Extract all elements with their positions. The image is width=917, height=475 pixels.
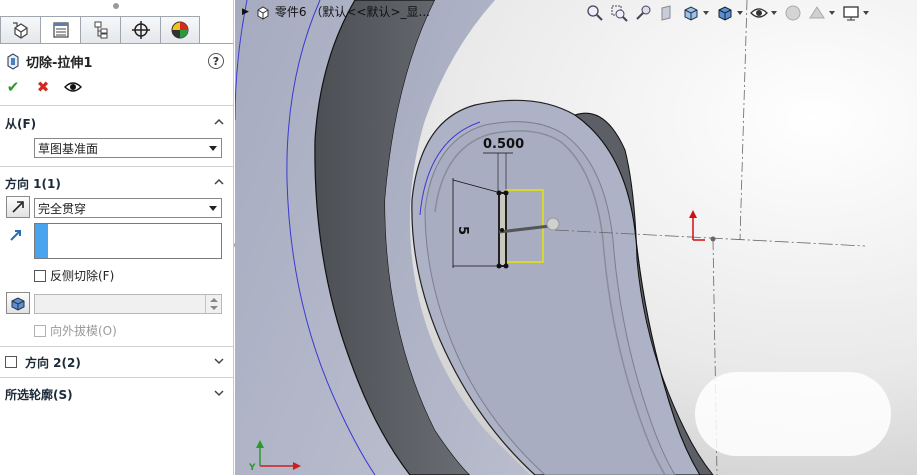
view-settings-icon[interactable] [840, 3, 862, 23]
watermark-overlay [695, 372, 891, 456]
chevron-down-icon[interactable] [863, 11, 869, 15]
direction2-checkbox[interactable] [5, 356, 17, 368]
flip-side-to-cut-row[interactable]: 反侧切除(F) [34, 267, 114, 284]
flip-side-to-cut-label: 反侧切除(F) [50, 269, 115, 283]
section-divider [0, 166, 233, 167]
sketch-point [496, 263, 502, 269]
tab-dimxpert-manager[interactable] [120, 16, 160, 44]
dimension-width-label[interactable]: 0.500 [483, 137, 524, 152]
graphics-area[interactable]: Y [235, 0, 917, 475]
from-section: 从(F) [0, 113, 233, 133]
feature-title: 切除-拉伸1 [26, 55, 93, 71]
reverse-direction-icon [12, 201, 24, 213]
spinner-up-icon[interactable] [210, 298, 218, 302]
sketch-point [500, 228, 504, 232]
flip-side-to-cut-checkbox[interactable] [34, 269, 46, 282]
section-divider [0, 377, 233, 378]
direction1-header[interactable]: 方向 1(1) [0, 173, 233, 193]
zoom-to-area-icon[interactable] [608, 3, 630, 23]
chevron-down-icon [209, 146, 217, 151]
direction1-header-label: 方向 1(1) [5, 176, 61, 191]
view-orientation-icon[interactable] [680, 3, 702, 23]
collapse-chevron-icon[interactable] [213, 116, 225, 128]
draft-outward-checkbox [34, 324, 46, 337]
selected-contours-label: 所选轮廓(S) [5, 387, 73, 402]
section-divider [0, 346, 233, 347]
expand-chevron-icon[interactable] [213, 387, 225, 399]
draft-toggle-button[interactable] [6, 292, 30, 314]
tab-property-manager[interactable] [40, 16, 80, 44]
chevron-down-icon[interactable] [829, 11, 835, 15]
selected-contours-header[interactable]: 所选轮廓(S) [0, 384, 233, 404]
end-condition-select[interactable]: 完全贯穿 [34, 198, 222, 218]
section-divider [0, 105, 233, 106]
chevron-down-icon[interactable] [703, 11, 709, 15]
draft-outward-label: 向外拔模(O) [50, 324, 117, 338]
chevron-down-icon[interactable] [737, 11, 743, 15]
hide-show-items-icon[interactable] [748, 3, 770, 23]
draft-icon [11, 297, 25, 311]
tab-feature-manager[interactable] [0, 16, 40, 44]
part-icon [257, 5, 269, 20]
tabs-divider [0, 43, 233, 44]
part-name-label: 零件6 （默认<<默认>_显... [274, 5, 430, 19]
apply-scene-icon[interactable] [806, 3, 828, 23]
centerline-point [710, 236, 716, 242]
collapse-chevron-icon[interactable] [213, 176, 225, 188]
sketch-point [503, 190, 509, 196]
configuration-manager-icon [94, 21, 107, 39]
draft-outward-row: 向外拔模(O) [34, 322, 117, 339]
panel-grip[interactable] [113, 3, 119, 9]
direction-reference-list[interactable] [34, 223, 222, 259]
section-view-icon[interactable] [656, 3, 678, 23]
manager-tabs [0, 16, 200, 44]
from-header-label: 从(F) [5, 116, 37, 131]
tab-display-manager[interactable] [160, 16, 200, 44]
action-buttons: ✔ ✖ [4, 78, 82, 96]
dimension-height-label[interactable]: 5 [455, 226, 470, 235]
ok-check-icon[interactable]: ✔ [4, 78, 22, 96]
dimxpert-manager-icon [131, 21, 150, 39]
list-selection-marker [35, 224, 48, 258]
tab-configuration-manager[interactable] [80, 16, 120, 44]
property-manager-icon [52, 22, 69, 38]
cancel-x-icon[interactable]: ✖ [34, 78, 52, 96]
spinner-down-icon[interactable] [210, 306, 218, 310]
feature-manager-icon [12, 22, 28, 39]
chevron-down-icon[interactable] [771, 11, 777, 15]
edit-appearance-icon[interactable] [782, 3, 804, 23]
direction-arrow-icon [10, 230, 21, 241]
direction2-header[interactable]: 方向 2(2) [0, 352, 233, 372]
property-manager-panel: 切除-拉伸1 ? ✔ ✖ 从(F) 草图基准面 方向 1(1) 完全贯穿 反侧切… [0, 0, 234, 475]
cut-extrude-icon [7, 53, 19, 70]
direction1-section: 方向 1(1) [0, 173, 233, 193]
display-style-icon[interactable] [714, 3, 736, 23]
triad-y-label: Y [248, 463, 256, 473]
heads-up-toolbar [584, 2, 872, 24]
from-select[interactable]: 草图基准面 [34, 138, 222, 158]
from-select-value: 草图基准面 [38, 141, 99, 156]
selected-contours-section: 所选轮廓(S) [0, 384, 233, 404]
chevron-down-icon [209, 206, 217, 211]
zoom-to-fit-icon[interactable] [584, 3, 606, 23]
direction2-section: 方向 2(2) [0, 352, 233, 372]
previous-view-icon[interactable] [632, 3, 654, 23]
sketch-point [503, 263, 509, 269]
help-icon[interactable]: ? [208, 53, 224, 69]
from-header[interactable]: 从(F) [0, 113, 233, 133]
expand-arrow-icon[interactable]: ▶ [242, 7, 249, 17]
display-manager-icon [171, 21, 189, 39]
sketch-point [496, 190, 502, 196]
feature-header: 切除-拉伸1 ? [6, 51, 228, 71]
expand-chevron-icon[interactable] [213, 355, 225, 367]
end-condition-value: 完全贯穿 [38, 201, 87, 216]
draft-angle-spinner[interactable] [34, 294, 222, 314]
preview-eye-icon[interactable] [64, 78, 82, 96]
spinner-arrows[interactable] [205, 295, 221, 313]
direction2-header-label: 方向 2(2) [25, 355, 81, 370]
reverse-direction-button[interactable] [6, 196, 30, 218]
extrude-handle-knob[interactable] [546, 217, 560, 231]
feature-tree-flyout[interactable]: ▶ 零件6 （默认<<默认>_显... [242, 3, 430, 20]
